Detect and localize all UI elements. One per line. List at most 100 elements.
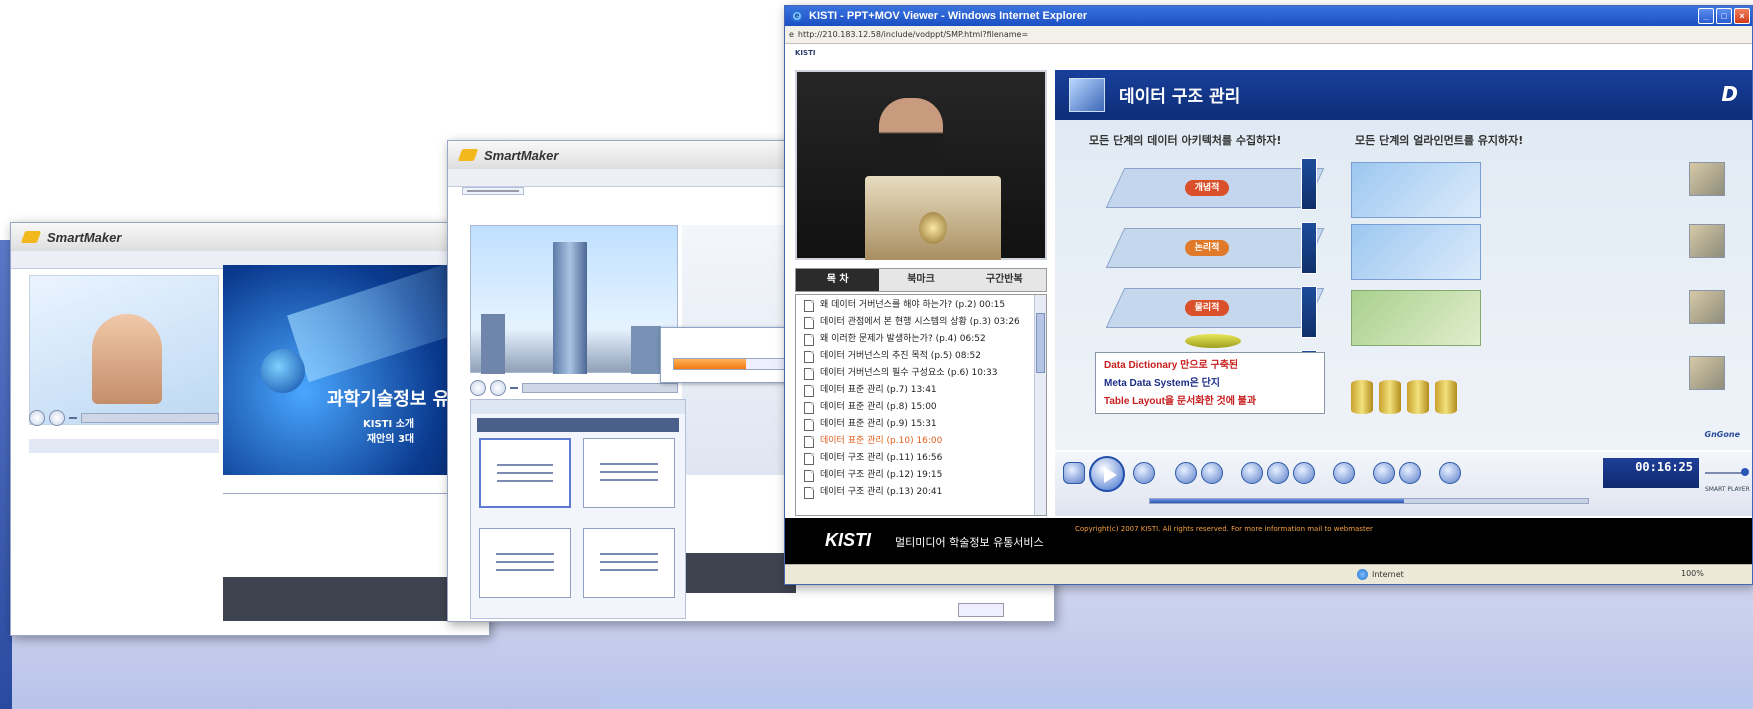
slide-list-button[interactable] — [1267, 462, 1289, 484]
close-button[interactable] — [958, 603, 1004, 617]
stop-button[interactable] — [49, 410, 65, 426]
volume-knob[interactable] — [1741, 468, 1749, 476]
toc-item[interactable]: 데이터 거버넌스의 추진 목적 (p.5) 08:52 — [796, 350, 1046, 363]
city-image — [470, 225, 678, 374]
fullscreen-button[interactable] — [1333, 462, 1355, 484]
smartmaker-logo: SmartMaker — [484, 147, 559, 163]
toc-item-label: 데이터 표준 관리 (p.8) 15:00 — [820, 402, 937, 412]
playback-progress[interactable] — [1149, 498, 1589, 504]
document-icon — [804, 487, 814, 499]
toc-item-label: 데이터 구조 관리 (p.12) 19:15 — [820, 470, 943, 480]
category-bar — [1301, 222, 1317, 274]
toc-item[interactable]: 데이터 표준 관리 (p.7) 13:41 — [796, 384, 1046, 397]
slide-title: 데이터 구조 관리 — [1119, 87, 1241, 107]
conversion-dialog — [660, 327, 800, 383]
conversion-progress — [673, 358, 791, 370]
rewind-button[interactable] — [1175, 462, 1197, 484]
window-controls: _ □ × — [1698, 8, 1750, 24]
layout-thumbnail[interactable] — [583, 438, 675, 508]
document-icon — [804, 317, 814, 329]
banner-subtitle: KISTI 소개 재안의 3대 — [363, 417, 414, 447]
zoom-level[interactable]: 100% — [1681, 569, 1704, 578]
settings-button[interactable] — [1439, 462, 1461, 484]
decorative-band — [600, 690, 1753, 709]
play-button[interactable] — [470, 380, 486, 396]
toc-scrollbar[interactable] — [1034, 295, 1046, 515]
promo-photo — [29, 275, 219, 425]
layout-thumbnail[interactable] — [583, 528, 675, 598]
toc-item-label: 왜 데이터 거버넌스를 해야 하는가? (p.2) 00:15 — [820, 300, 1006, 310]
tab-contents[interactable]: 목 차 — [796, 269, 880, 291]
toc-item-label: 데이터 표준 관리 (p.10) 16:00 — [820, 436, 943, 446]
layout-thumbnail[interactable] — [479, 438, 571, 508]
player-label — [69, 417, 77, 419]
zoom-in-button[interactable] — [1373, 462, 1395, 484]
player-label — [510, 387, 518, 389]
seek-bar[interactable] — [522, 383, 678, 393]
maximize-icon[interactable]: □ — [1716, 8, 1732, 24]
building-image — [553, 242, 587, 374]
player-controls — [29, 407, 219, 429]
status-zone-label: Internet — [1372, 570, 1404, 579]
toc-item[interactable]: 왜 이러한 문제가 발생하는가? (p.4) 06:52 — [796, 333, 1046, 346]
toc-item[interactable]: 데이터 표준 관리 (p.9) 15:31 — [796, 418, 1046, 431]
prev-slide-button[interactable] — [1241, 462, 1263, 484]
category-bar — [1301, 158, 1317, 210]
volume-slider[interactable] — [1705, 472, 1745, 474]
seek-bar[interactable] — [81, 413, 219, 423]
toc-item[interactable]: 데이터 거버넌스의 필수 구성요소 (p.6) 10:33 — [796, 367, 1046, 380]
toc-item[interactable]: 데이터 구조 관리 (p.13) 20:41 — [796, 486, 1046, 499]
toc-item[interactable]: 데이터 구조 관리 (p.12) 19:15 — [796, 469, 1046, 482]
page-logo: KISTI — [785, 44, 1752, 62]
table-of-contents: 왜 데이터 거버넌스를 해야 하는가? (p.2) 00:15 데이터 관점에서… — [795, 294, 1047, 516]
slide-display: 데이터 구조 관리 D 모든 단계의 데이터 아키텍처를 수집하자! 모든 단계… — [1055, 70, 1752, 450]
zoom-out-button[interactable] — [1399, 462, 1421, 484]
note-line: Meta Data System은 단지 — [1104, 378, 1220, 389]
toc-item-current[interactable]: 데이터 표준 관리 (p.10) 16:00 — [796, 435, 1046, 448]
stop-button[interactable] — [490, 380, 506, 396]
document-icon — [804, 351, 814, 363]
address-bar[interactable]: e http://210.183.12.58/include/vodppt/SM… — [785, 26, 1752, 44]
layer-diagram: 개념적 논리적 물리적 — [1095, 158, 1335, 348]
banner-title: 과학기술정보 유 — [327, 389, 450, 410]
toc-item[interactable]: 왜 데이터 거버넌스를 해야 하는가? (p.2) 00:15 — [796, 299, 1046, 312]
stop-button[interactable] — [1063, 462, 1085, 484]
tab-bookmark[interactable]: 북마크 — [879, 269, 962, 291]
scrollbar-thumb[interactable] — [1036, 313, 1045, 373]
document-icon — [804, 300, 814, 312]
toc-item[interactable]: 데이터 관점에서 본 현행 시스템의 상황 (p.3) 03:26 — [796, 316, 1046, 329]
database-cylinder — [1351, 380, 1373, 414]
dropdown-item[interactable] — [467, 190, 519, 192]
database-cylinders — [1351, 370, 1461, 420]
tab-repeat[interactable]: 구간반복 — [963, 269, 1046, 291]
forward-button[interactable] — [1201, 462, 1223, 484]
emblem-icon — [919, 212, 947, 244]
close-icon[interactable]: × — [1734, 8, 1750, 24]
panel-title — [471, 400, 685, 414]
minimize-icon[interactable]: _ — [1698, 8, 1714, 24]
toc-item[interactable]: 데이터 표준 관리 (p.8) 15:00 — [796, 401, 1046, 414]
model-block — [1351, 162, 1481, 218]
layer-label: 논리적 — [1185, 240, 1229, 256]
toc-item-label: 데이터 표준 관리 (p.9) 15:31 — [820, 419, 937, 429]
lecture-video[interactable] — [795, 70, 1047, 260]
next-slide-button[interactable] — [1293, 462, 1315, 484]
ie-logo-icon: e — [791, 10, 803, 22]
toc-item-label: 데이터 거버넌스의 추진 목적 (p.5) 08:52 — [820, 351, 981, 361]
globe-icon — [1357, 569, 1368, 580]
layer-label: 개념적 — [1185, 180, 1229, 196]
database-cylinder — [1379, 380, 1401, 414]
play-button[interactable] — [1089, 456, 1125, 492]
time-display: 00:16:25 — [1603, 458, 1699, 488]
play-button[interactable] — [29, 410, 45, 426]
blueprint-image — [1689, 290, 1725, 324]
progress-fill — [674, 359, 746, 369]
banner-sub-line: KISTI 소개 — [363, 419, 415, 430]
pause-button[interactable] — [1133, 462, 1155, 484]
toc-item[interactable]: 데이터 구조 관리 (p.11) 16:56 — [796, 452, 1046, 465]
database-cylinder — [1435, 380, 1457, 414]
toc-item-label: 데이터 구조 관리 (p.11) 16:56 — [820, 453, 943, 463]
footer-copyright: Copyright(c) 2007 KISTI. All rights rese… — [1075, 525, 1373, 533]
page-icon: e — [789, 30, 794, 39]
layout-thumbnail[interactable] — [479, 528, 571, 598]
